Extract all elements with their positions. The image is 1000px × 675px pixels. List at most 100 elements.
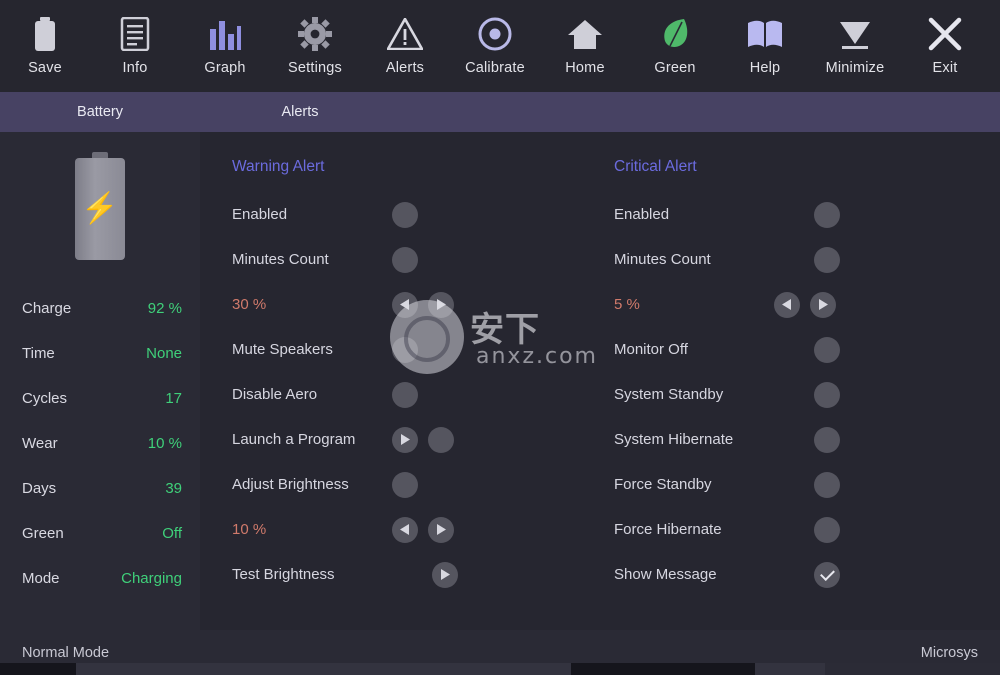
critical-percent-5-increase-icon[interactable] [810, 291, 836, 318]
warning-launch-program-run-icon[interactable] [392, 426, 418, 453]
warning-percent-30-decrease-icon[interactable] [392, 291, 418, 318]
critical-alert-column: Critical Alert Enabled Minutes Count 5 % [614, 132, 996, 630]
warning-toggle-enabled[interactable] [392, 201, 418, 228]
toolbar-label-calibrate: Calibrate [465, 60, 525, 76]
toolbar-button-minimize[interactable]: Minimize [810, 0, 900, 92]
warning-row-mute-speakers: Mute Speakers [232, 327, 614, 372]
toolbar-button-exit[interactable]: Exit [900, 0, 990, 92]
critical-label-monitor-off: Monitor Off [614, 341, 688, 358]
toolbar-label-exit: Exit [932, 60, 958, 76]
warning-controls-disable-aero [392, 381, 418, 408]
toolbar-button-info[interactable]: Info [90, 0, 180, 92]
warning-percent-30-increase-icon[interactable] [428, 291, 454, 318]
stat-label-green: Green [22, 525, 64, 542]
stat-value-time: None [146, 345, 182, 362]
tab-bar: Battery Alerts [0, 92, 1000, 132]
toolbar-button-home[interactable]: Home [540, 0, 630, 92]
warning-row-percent-10: 10 % [232, 507, 614, 552]
stat-row-cycles: Cycles 17 [0, 376, 200, 421]
critical-label-system-hibernate: System Hibernate [614, 431, 734, 448]
warning-toggle-disable-aero[interactable] [392, 381, 418, 408]
taskbar-item-a[interactable] [76, 663, 571, 675]
toolbar-button-save[interactable]: Save [0, 0, 90, 92]
save-battery-icon [23, 12, 67, 56]
warning-test-brightness-run-icon[interactable] [432, 561, 458, 588]
critical-toggle-monitor-off[interactable] [814, 336, 840, 363]
toolbar-label-save: Save [28, 60, 62, 76]
minimize-chevron-icon [833, 12, 877, 56]
critical-row-force-standby: Force Standby [614, 462, 996, 507]
critical-toggle-system-standby[interactable] [814, 381, 840, 408]
warning-toggle-minutes-count[interactable] [392, 246, 418, 273]
stat-row-wear: Wear 10 % [0, 421, 200, 466]
charging-bolt-icon: ⚡ [81, 192, 119, 225]
tab-battery[interactable]: Battery [0, 92, 200, 132]
stat-row-charge: Charge 92 % [0, 286, 200, 331]
critical-toggle-force-standby[interactable] [814, 471, 840, 498]
critical-toggle-system-hibernate[interactable] [814, 426, 840, 453]
warning-alert-column: Warning Alert Enabled Minutes Count 30 % [232, 132, 614, 630]
toolbar-button-help[interactable]: Help [720, 0, 810, 92]
warning-label-mute-speakers: Mute Speakers [232, 341, 333, 358]
warning-row-minutes-count: Minutes Count [232, 237, 614, 282]
warning-row-disable-aero: Disable Aero [232, 372, 614, 417]
warning-controls-percent-30 [392, 291, 454, 318]
warning-label-test-brightness: Test Brightness [232, 566, 335, 583]
home-icon [563, 12, 607, 56]
target-circle-icon [473, 12, 517, 56]
critical-controls-enabled [814, 201, 840, 228]
stat-row-mode: Mode Charging [0, 556, 200, 601]
warning-percent-10-increase-icon[interactable] [428, 516, 454, 543]
critical-row-show-message: Show Message [614, 552, 996, 597]
warning-alert-title: Warning Alert [232, 158, 325, 175]
toolbar-button-green[interactable]: Green [630, 0, 720, 92]
main-panel: Warning Alert Enabled Minutes Count 30 % [200, 132, 1000, 630]
main-toolbar: Save Info Graph Settings Alerts Calibrat… [0, 0, 1000, 92]
stat-label-cycles: Cycles [22, 390, 68, 407]
toolbar-button-alerts[interactable]: Alerts [360, 0, 450, 92]
critical-controls-force-standby [814, 471, 840, 498]
stat-label-charge: Charge [22, 300, 72, 317]
warning-row-percent-30: 30 % [232, 282, 614, 327]
warning-percent-10-decrease-icon[interactable] [392, 516, 418, 543]
warning-toggle-adjust-brightness[interactable] [392, 471, 418, 498]
critical-controls-system-standby [814, 381, 840, 408]
critical-toggle-show-message[interactable] [814, 561, 840, 588]
critical-toggle-minutes-count[interactable] [814, 246, 840, 273]
critical-controls-system-hibernate [814, 426, 840, 453]
toolbar-button-calibrate[interactable]: Calibrate [450, 0, 540, 92]
critical-label-force-standby: Force Standby [614, 476, 712, 493]
gear-icon [293, 12, 337, 56]
stat-value-green: Off [162, 525, 182, 542]
toolbar-button-settings[interactable]: Settings [270, 0, 360, 92]
close-x-icon [923, 12, 967, 56]
stat-value-charge: 92 % [147, 300, 182, 317]
warning-controls-minutes-count [392, 246, 418, 273]
stat-value-days: 39 [165, 480, 182, 497]
critical-label-percent-5: 5 % [614, 296, 640, 313]
warning-label-minutes-count: Minutes Count [232, 251, 329, 268]
taskbar-tray[interactable] [825, 663, 1000, 675]
battery-charging-icon: ⚡ [75, 152, 125, 260]
warning-toggle-launch-program[interactable] [428, 426, 454, 453]
warning-row-test-brightness: Test Brightness [232, 552, 614, 597]
taskbar-item-b[interactable] [755, 663, 825, 675]
stat-value-wear: 10 % [147, 435, 182, 452]
toolbar-label-minimize: Minimize [825, 60, 885, 76]
critical-row-percent-5: 5 % [614, 282, 996, 327]
toolbar-label-alerts: Alerts [385, 60, 425, 76]
warning-toggle-mute-speakers[interactable] [392, 336, 418, 363]
warning-label-adjust-brightness: Adjust Brightness [232, 476, 349, 493]
app-window: Save Info Graph Settings Alerts Calibrat… [0, 0, 1000, 675]
warning-controls-enabled [392, 201, 418, 228]
toolbar-button-graph[interactable]: Graph [180, 0, 270, 92]
tab-alerts[interactable]: Alerts [200, 92, 400, 132]
stat-label-days: Days [22, 480, 57, 497]
stats-list: Charge 92 % Time None Cycles 17 Wear 10 … [0, 286, 200, 601]
warning-label-disable-aero: Disable Aero [232, 386, 318, 403]
battery-indicator: ⚡ [0, 132, 200, 272]
sidebar: ⚡ Charge 92 % Time None Cycles 17 Wear 1… [0, 132, 200, 630]
critical-toggle-enabled[interactable] [814, 201, 840, 228]
critical-toggle-force-hibernate[interactable] [814, 516, 840, 543]
critical-percent-5-decrease-icon[interactable] [774, 291, 800, 318]
